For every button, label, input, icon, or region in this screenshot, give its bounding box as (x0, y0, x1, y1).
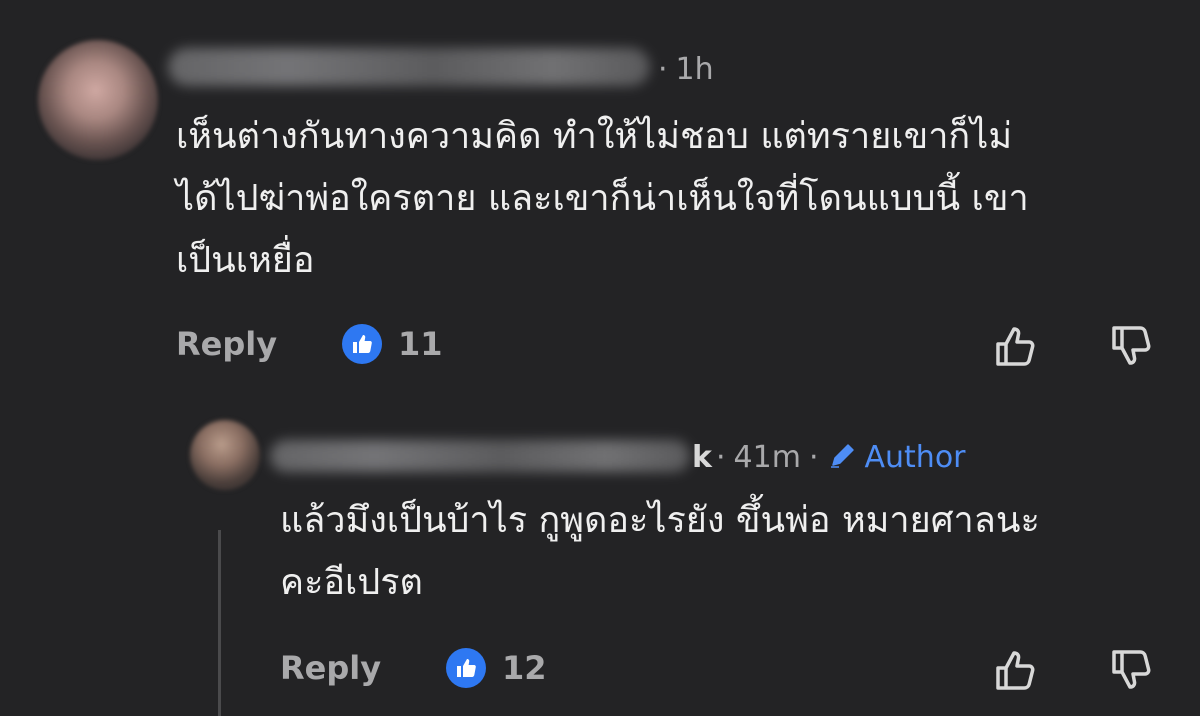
separator-dot: · (658, 52, 668, 87)
comment-line: เห็นต่างกันทางความคิด ทำให้ไม่ชอบ แต่ทรา… (176, 116, 1013, 157)
thumbs-up-icon[interactable] (992, 322, 1040, 370)
comment-line: เป็นเหยื่อ (176, 240, 315, 281)
avatar[interactable] (38, 40, 158, 160)
like-reaction-icon (342, 324, 382, 364)
avatar[interactable] (190, 420, 260, 490)
comment-body: แล้วมึงเป็นบ้าไร กูพูดอะไรยัง ขึ้นพ่อ หม… (280, 490, 1180, 614)
author-name-blurred[interactable] (270, 440, 690, 472)
timestamp: 41m (733, 440, 801, 475)
like-reaction-icon (446, 648, 486, 688)
timestamp: 1h (675, 52, 714, 87)
comment-line: คะอีเปรต (280, 562, 423, 603)
like-count: 11 (398, 325, 443, 363)
author-name-blurred[interactable] (168, 48, 650, 86)
comment-meta: · 1h (650, 51, 714, 89)
comment-body: เห็นต่างกันทางความคิด ทำให้ไม่ชอบ แต่ทรา… (176, 106, 1176, 292)
reply-button[interactable]: Reply (176, 322, 277, 366)
comment-actions: Reply 12 (0, 646, 1200, 690)
author-label: Author (864, 440, 966, 475)
comment-meta: · 41m · Author (708, 439, 966, 477)
comment-line: ได้ไปฆ่าพ่อใครตาย และเขาก็น่าเห็นใจที่โด… (176, 178, 1029, 219)
author-badge: Author (827, 440, 966, 475)
separator-dot: · (808, 440, 819, 475)
comment-line: แล้วมึงเป็นบ้าไร กูพูดอะไรยัง ขึ้นพ่อ หม… (280, 500, 1040, 541)
thumbs-down-icon[interactable] (1108, 322, 1156, 370)
like-count: 12 (502, 649, 547, 687)
comment-actions: Reply 11 (0, 322, 1200, 366)
thumbs-down-icon[interactable] (1108, 646, 1156, 694)
thumbs-up-icon[interactable] (992, 646, 1040, 694)
reply-button[interactable]: Reply (280, 646, 381, 690)
comments-thread: · 1h เห็นต่างกันทางความคิด ทำให้ไม่ชอบ แต… (0, 0, 1200, 716)
separator-dot: · (716, 440, 726, 475)
pencil-icon (830, 444, 854, 468)
